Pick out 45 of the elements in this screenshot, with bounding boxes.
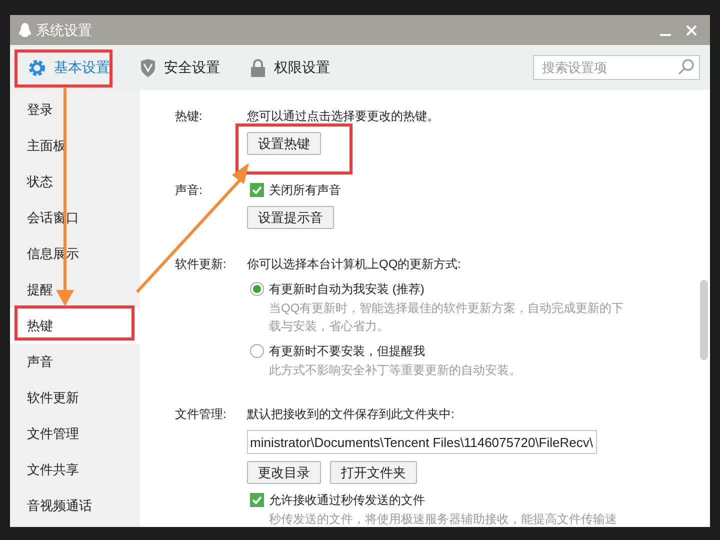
settings-tab[interactable]: 基本设置 bbox=[28, 57, 110, 78]
radio-button[interactable] bbox=[250, 344, 264, 358]
scrollbar-thumb[interactable] bbox=[700, 280, 708, 360]
hint-text: 当QQ有更新时，智能选择最佳的软件更新方案，自动完成更新的下载与安装，省心省力。 bbox=[268, 300, 625, 335]
penguin-icon bbox=[18, 22, 32, 38]
radio-label: 有更新时自动为我安装 (推荐) bbox=[269, 281, 424, 298]
minimize-icon bbox=[660, 34, 670, 36]
sidebar-item[interactable]: 文件管理 bbox=[10, 416, 140, 452]
section-label: 热键: bbox=[175, 108, 204, 125]
section-label: 软件更新: bbox=[175, 256, 228, 273]
sidebar-item[interactable]: 提醒 bbox=[10, 272, 140, 308]
window-title: 系统设置 bbox=[36, 20, 92, 40]
close-icon bbox=[686, 24, 696, 36]
lock-icon bbox=[250, 58, 266, 76]
radio-label: 有更新时不要安装，但提醒我 bbox=[269, 343, 425, 360]
action-button[interactable]: 设置热键 bbox=[247, 132, 321, 155]
action-button[interactable]: 设置提示音 bbox=[247, 206, 334, 229]
checkbox[interactable] bbox=[250, 493, 264, 507]
sidebar-item[interactable]: 音视频通话 bbox=[10, 488, 140, 524]
description-text: 默认把接收到的文件保存到此文件夹中: bbox=[247, 406, 456, 423]
description-text: 你可以选择本台计算机上QQ的更新方式: bbox=[247, 256, 462, 273]
checkbox-label: 允许接收通过秒传发送的文件 bbox=[269, 492, 425, 509]
action-button[interactable]: 更改目录 bbox=[247, 461, 321, 484]
search-field[interactable]: 搜索设置项 bbox=[533, 55, 700, 80]
folder-path-field[interactable]: ministrator\Documents\Tencent Files\1146075720\FileRecv\ bbox=[247, 430, 597, 454]
action-button[interactable]: 打开文件夹 bbox=[330, 461, 417, 484]
hint-text: 秒传发送的文件，将使用极速服务器辅助接收，能提高文件传输速 bbox=[268, 511, 618, 527]
sidebar-item[interactable]: 状态 bbox=[10, 164, 140, 200]
sidebar-item[interactable]: 会话窗口 bbox=[10, 200, 140, 236]
section-label: 文件管理: bbox=[175, 406, 228, 423]
section-label: 声音: bbox=[175, 182, 204, 199]
sidebar-item[interactable]: 声音 bbox=[10, 344, 140, 380]
description-text: 您可以通过点击选择要更改的热键。 bbox=[247, 108, 440, 125]
sidebar-item[interactable]: 软件更新 bbox=[10, 380, 140, 416]
settings-tab[interactable]: 安全设置 bbox=[140, 57, 220, 78]
radio-button[interactable] bbox=[250, 282, 264, 296]
sidebar-item[interactable]: 文件共享 bbox=[10, 452, 140, 488]
hint-text: 此方式不影响安全补丁等重要更新的自动安装。 bbox=[268, 362, 522, 379]
checkbox[interactable] bbox=[250, 183, 264, 197]
sidebar-item[interactable]: 登录 bbox=[10, 92, 140, 128]
gear-icon bbox=[28, 58, 46, 76]
settings-tab[interactable]: 权限设置 bbox=[250, 57, 330, 78]
checkbox-label: 关闭所有声音 bbox=[269, 182, 341, 199]
search-icon bbox=[678, 59, 694, 75]
shield-icon bbox=[140, 58, 156, 76]
